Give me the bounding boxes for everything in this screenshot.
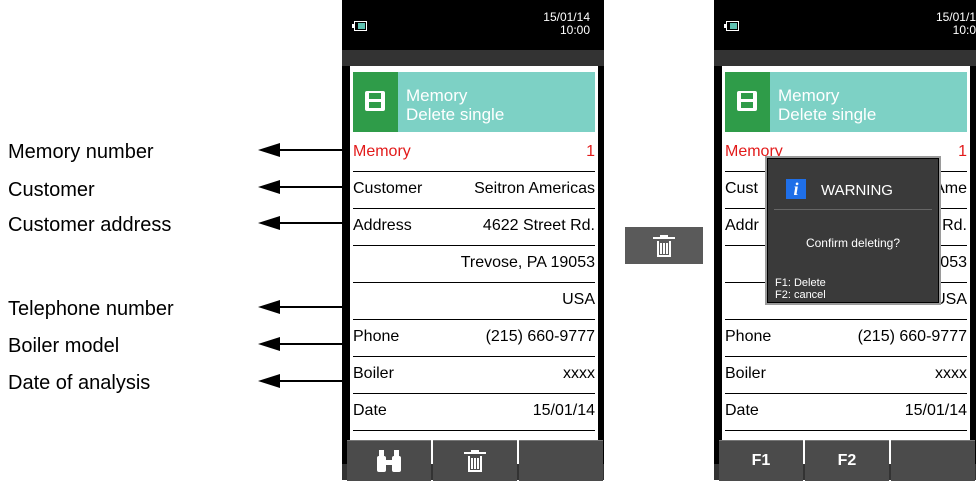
- row-label: Boiler: [725, 365, 766, 382]
- row-value: 1: [586, 143, 595, 160]
- row-value: USA: [562, 291, 595, 308]
- info-icon: i: [786, 179, 806, 199]
- row-label: Date: [353, 402, 387, 419]
- row-address-line3[interactable]: USA: [353, 283, 595, 320]
- title-line1: Memory: [778, 86, 840, 105]
- device-left: 15/01/14 10:00 Memory Delete single Memo…: [342, 0, 604, 481]
- row-value: Seitron Americas: [474, 180, 595, 197]
- row-value: )053: [934, 254, 967, 271]
- title-bar: Memory Delete single: [353, 72, 595, 132]
- row-value: 4622 Street Rd.: [482, 217, 595, 234]
- floppy-icon: [737, 91, 757, 111]
- arrow-icon: [258, 140, 342, 160]
- fkey-3-button[interactable]: [891, 440, 975, 481]
- row-value: 15/01/14: [904, 402, 967, 419]
- row-customer[interactable]: Customer Seitron Americas: [353, 172, 595, 209]
- annotation-customer-address: Customer address: [8, 214, 172, 236]
- delete-action-button[interactable]: [625, 227, 703, 264]
- status-datetime: 15/01/1 10:0: [936, 11, 976, 37]
- arrow-icon: [258, 213, 342, 233]
- status-time: 10:0: [952, 23, 976, 37]
- row-phone[interactable]: Phone (215) 660-9777: [353, 320, 595, 357]
- f1-button[interactable]: F1: [719, 440, 803, 481]
- row-boiler[interactable]: Boiler xxxx: [353, 357, 595, 394]
- row-value: (215) 660-9777: [857, 328, 967, 345]
- dialog-f2-hint: F2: cancel: [775, 289, 826, 301]
- row-value: (215) 660-9777: [485, 328, 595, 345]
- fkey-3-button[interactable]: [519, 440, 603, 481]
- row-value: 15/01/14: [532, 402, 595, 419]
- function-keys: F1 F2: [714, 440, 976, 481]
- top-bar: [342, 50, 604, 66]
- row-label: Phone: [353, 328, 400, 345]
- row-label: Boiler: [353, 365, 394, 382]
- warning-dialog: i WARNING Confirm deleting? F1: Delete F…: [765, 156, 941, 305]
- f2-button[interactable]: F2: [805, 440, 889, 481]
- function-keys: [342, 440, 604, 481]
- title-bar: Memory Delete single: [725, 72, 967, 132]
- row-value: USA: [934, 291, 967, 308]
- row-value: Trevose, PA 19053: [460, 254, 595, 271]
- row-label: Customer: [353, 180, 423, 197]
- title-line2: Delete single: [778, 105, 877, 124]
- trash-icon: [464, 450, 486, 472]
- screen: Memory Delete single Memory 1 Customer S…: [350, 66, 598, 464]
- annotation-date-of-analysis: Date of analysis: [8, 372, 151, 394]
- annotation-boiler-model: Boiler model: [8, 335, 120, 357]
- dialog-title: WARNING: [821, 182, 893, 199]
- row-boiler[interactable]: Boiler xxxx: [725, 357, 967, 394]
- dialog-message: Confirm deleting?: [805, 236, 901, 250]
- row-address-line2[interactable]: Trevose, PA 19053: [353, 246, 595, 283]
- row-value: Rd.: [942, 217, 967, 234]
- row-value: xxxx: [935, 365, 967, 382]
- status-time: 10:00: [559, 23, 590, 37]
- binoculars-icon: [377, 450, 401, 472]
- annotation-memory-number: Memory number: [8, 141, 154, 163]
- divider: [774, 209, 932, 210]
- delete-button[interactable]: [433, 440, 517, 481]
- annotation-telephone-number: Telephone number: [8, 298, 174, 320]
- row-label: Phone: [725, 328, 772, 345]
- row-address[interactable]: Address 4622 Street Rd.: [353, 209, 595, 246]
- row-value: Ame: [934, 180, 967, 197]
- row-phone[interactable]: Phone (215) 660-9777: [725, 320, 967, 357]
- arrow-icon: [258, 297, 342, 317]
- dialog-f1-hint: F1: Delete: [775, 277, 826, 289]
- arrow-icon: [258, 371, 342, 391]
- row-memory[interactable]: Memory 1: [353, 135, 595, 172]
- row-value: xxxx: [563, 365, 595, 382]
- floppy-icon: [365, 91, 385, 111]
- row-date[interactable]: Date 15/01/14: [725, 394, 967, 431]
- status-datetime: 15/01/14 10:00: [543, 11, 590, 37]
- row-label: Memory: [353, 143, 411, 160]
- search-button[interactable]: [347, 440, 431, 481]
- title-line1: Memory: [406, 86, 468, 105]
- save-icon-tile: [353, 72, 398, 132]
- row-date[interactable]: Date 15/01/14: [353, 394, 595, 431]
- row-label: Addr: [725, 217, 759, 234]
- row-label: Cust: [725, 180, 758, 197]
- row-label: Address: [353, 217, 412, 234]
- arrow-icon: [258, 334, 342, 354]
- top-bar: [714, 50, 976, 66]
- battery-icon: [724, 21, 739, 31]
- row-label: Date: [725, 402, 759, 419]
- trash-icon: [653, 234, 675, 257]
- title-line2: Delete single: [406, 105, 505, 124]
- annotation-customer: Customer: [8, 179, 95, 201]
- save-icon-tile: [725, 72, 770, 132]
- row-value: 1: [958, 143, 967, 160]
- arrow-icon: [258, 177, 342, 197]
- battery-icon: [352, 21, 367, 31]
